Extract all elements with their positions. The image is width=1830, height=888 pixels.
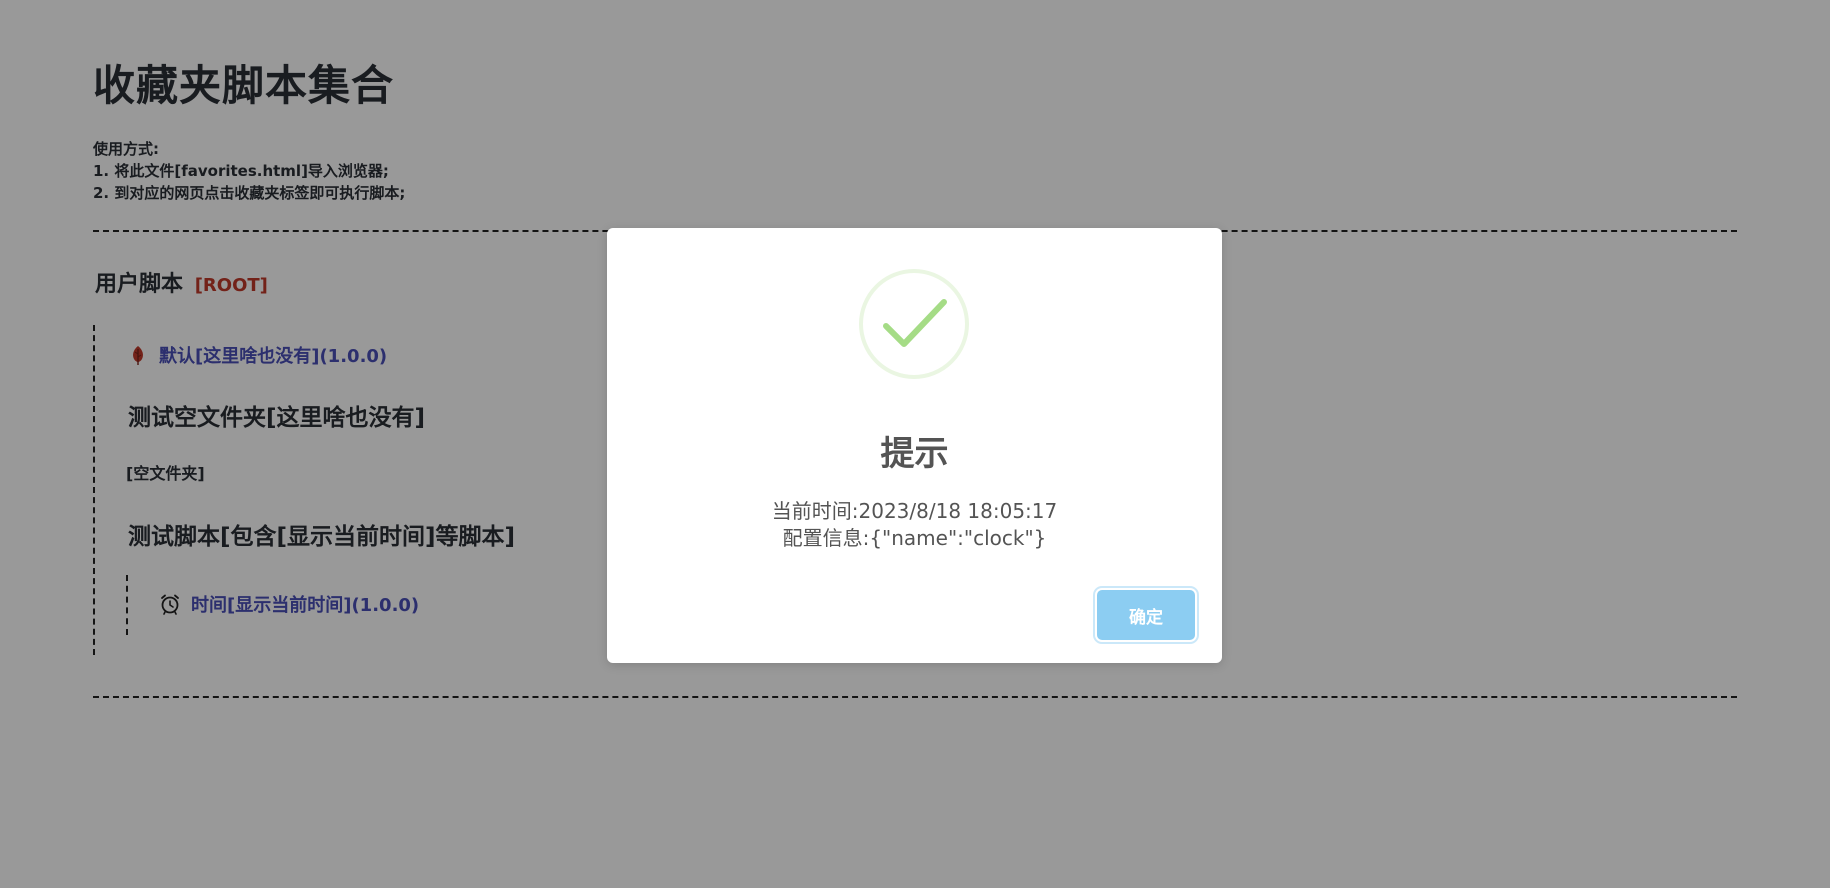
success-check-icon bbox=[858, 268, 970, 380]
modal-content: 当前时间:2023/8/18 18:05:17 配置信息:{"name":"cl… bbox=[607, 498, 1222, 552]
modal-config-info: 配置信息:{"name":"clock"} bbox=[782, 526, 1047, 550]
modal-current-time: 当前时间:2023/8/18 18:05:17 bbox=[771, 499, 1058, 523]
alert-modal: 提示 当前时间:2023/8/18 18:05:17 配置信息:{"name":… bbox=[607, 228, 1222, 663]
confirm-button[interactable]: 确定 bbox=[1097, 590, 1195, 640]
modal-title: 提示 bbox=[880, 434, 949, 474]
